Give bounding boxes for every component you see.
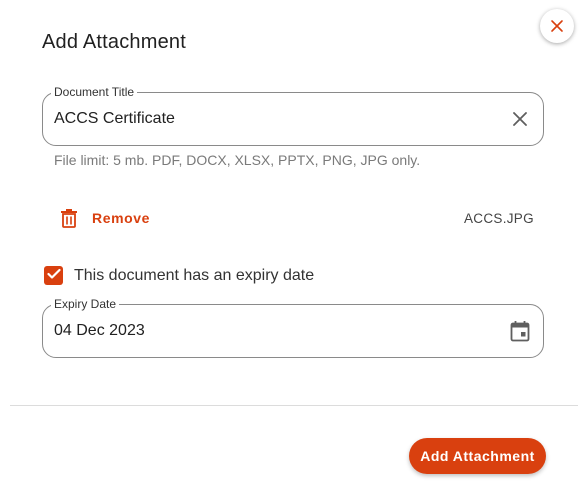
remove-file-button[interactable]: Remove (58, 206, 150, 230)
expiry-date-field[interactable]: Expiry Date (42, 297, 544, 358)
calendar-icon[interactable] (509, 320, 531, 342)
expiry-checkbox-row: This document has an expiry date (44, 266, 314, 285)
trash-icon (58, 206, 80, 230)
remove-label: Remove (92, 210, 151, 226)
add-attachment-button[interactable]: Add Attachment (409, 438, 546, 474)
close-icon (550, 19, 564, 33)
dialog-title: Add Attachment (42, 31, 187, 53)
checkmark-icon (46, 267, 61, 285)
document-title-label: Document Title (51, 85, 138, 99)
file-limit-hint: File limit: 5 mb. PDF, DOCX, XLSX, PPTX,… (54, 152, 421, 168)
footer-divider (10, 405, 578, 406)
close-button[interactable] (540, 9, 574, 43)
expiry-date-input[interactable] (54, 321, 484, 341)
document-title-field[interactable]: Document Title (42, 85, 544, 146)
attached-filename: ACCS.JPG (464, 211, 534, 226)
expiry-checkbox[interactable] (44, 266, 63, 285)
document-title-input[interactable] (54, 109, 484, 129)
expiry-date-label: Expiry Date (51, 297, 120, 311)
clear-icon[interactable] (509, 108, 531, 130)
expiry-checkbox-label[interactable]: This document has an expiry date (74, 267, 314, 285)
add-attachment-dialog: Add Attachment Document Title File limit… (0, 0, 588, 489)
